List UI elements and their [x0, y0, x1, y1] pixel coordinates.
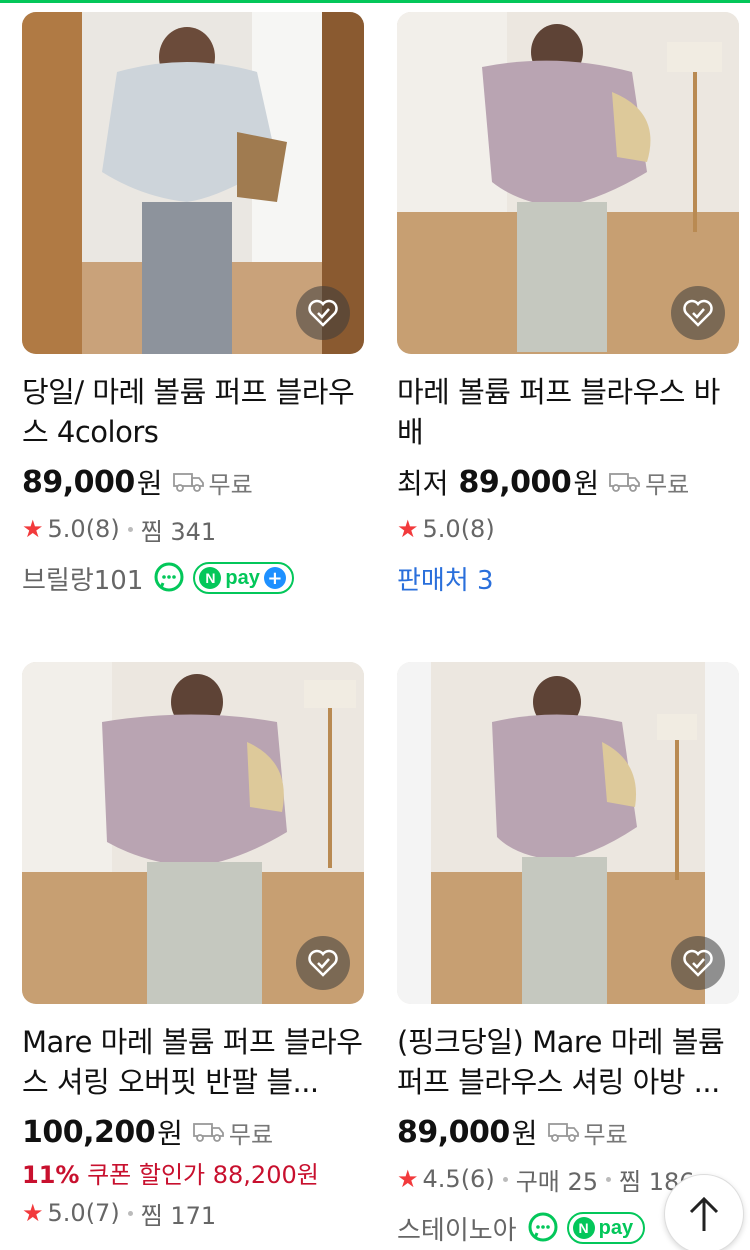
- rating-row: ★ 5.0 (7) 찜 171: [22, 1196, 364, 1230]
- shipping-label: 무료: [645, 470, 690, 499]
- rating-row: ★ 5.0 (8) 찜 341: [22, 512, 364, 546]
- scroll-top-button[interactable]: [664, 1174, 744, 1250]
- separator-dot: [606, 1176, 612, 1182]
- review-count: (6): [460, 1165, 495, 1193]
- npay-label: pay: [598, 1216, 634, 1239]
- coupon-rate: 11%: [22, 1161, 80, 1189]
- top-accent-line: [0, 0, 750, 3]
- product-thumbnail[interactable]: [397, 662, 739, 1004]
- rating-row: ★ 5.0 (8): [397, 512, 739, 546]
- purchase-count: 구매 25: [515, 1167, 599, 1196]
- zzim-heart-button[interactable]: [296, 286, 350, 340]
- currency: 원: [573, 467, 600, 500]
- npay-badge: N pay: [566, 1212, 646, 1244]
- review-count: (8): [460, 515, 495, 543]
- naver-talk-icon[interactable]: [527, 1212, 559, 1244]
- zzim-heart-button[interactable]: [671, 286, 725, 340]
- naver-talk-icon[interactable]: [153, 562, 185, 594]
- price: 89,000: [397, 1114, 510, 1150]
- currency: 원: [157, 1117, 183, 1150]
- coupon-price: 11% 쿠폰 할인가 88,200원: [22, 1158, 364, 1192]
- seller-row: 브릴랑101 N pay +: [22, 558, 364, 598]
- truck-icon: [172, 473, 204, 492]
- currency: 원: [511, 1117, 538, 1150]
- truck-icon: [193, 1123, 224, 1142]
- product-title[interactable]: 마레 볼륨 퍼프 블라우스 바배: [397, 372, 739, 452]
- review-count: (8): [85, 515, 120, 543]
- shipping-info: 무료: [609, 465, 689, 500]
- shipping-info: 무료: [193, 1115, 273, 1150]
- sellers-link[interactable]: 판매처 3: [397, 560, 494, 597]
- product-card[interactable]: 마레 볼륨 퍼프 블라우스 바배 최저 89,000 원 무료 ★ 5.0 (8…: [397, 12, 739, 598]
- currency: 원: [136, 467, 163, 500]
- truck-icon: [547, 1123, 579, 1142]
- price: 89,000: [458, 464, 572, 500]
- review-count: (7): [85, 1199, 120, 1227]
- zzim-heart-button[interactable]: [671, 936, 725, 990]
- heart-icon: [683, 299, 713, 327]
- product-card[interactable]: Mare 마레 볼륨 퍼프 블라우스 셔링 오버핏 반팔 블... 100,20…: [22, 662, 364, 1230]
- price-row: 89,000 원 무료: [22, 462, 364, 502]
- price-row: 89,000 원 무료: [397, 1112, 739, 1152]
- price: 100,200: [22, 1114, 156, 1150]
- star-icon: ★: [22, 515, 44, 543]
- price-row: 최저 89,000 원 무료: [397, 462, 739, 502]
- price: 89,000: [22, 464, 135, 500]
- separator-dot: [127, 526, 133, 532]
- product-title[interactable]: Mare 마레 볼륨 퍼프 블라우스 셔링 오버핏 반팔 블...: [22, 1022, 364, 1102]
- seller-name[interactable]: 브릴랑101: [22, 560, 143, 597]
- product-thumbnail[interactable]: [22, 662, 364, 1004]
- rating: 5.0: [47, 515, 86, 543]
- heart-icon: [683, 949, 713, 977]
- price-row: 100,200 원 무료: [22, 1112, 364, 1152]
- star-icon: ★: [22, 1199, 44, 1227]
- product-title[interactable]: (핑크당일) Mare 마레 볼륨 퍼프 블라우스 셔링 아방 ...: [397, 1022, 739, 1102]
- rating: 5.0: [47, 1199, 86, 1227]
- shipping-label: 무료: [208, 470, 253, 499]
- product-title[interactable]: 당일/ 마레 볼륨 퍼프 블라우스 4colors: [22, 372, 364, 452]
- shipping-info: 무료: [172, 465, 253, 500]
- npay-badge: N pay +: [193, 562, 294, 594]
- heart-icon: [308, 299, 338, 327]
- rating: 4.5: [422, 1165, 461, 1193]
- separator-dot: [502, 1176, 508, 1182]
- seller-name[interactable]: 스테이노아: [397, 1210, 517, 1247]
- truck-icon: [609, 473, 640, 492]
- rating: 5.0: [422, 515, 461, 543]
- price-prefix: 최저: [397, 467, 449, 500]
- product-card[interactable]: 당일/ 마레 볼륨 퍼프 블라우스 4colors 89,000 원 무료 ★ …: [22, 12, 364, 598]
- shipping-info: 무료: [547, 1115, 628, 1150]
- heart-icon: [308, 949, 338, 977]
- shipping-label: 무료: [583, 1120, 628, 1149]
- arrow-up-icon: [689, 1196, 719, 1231]
- separator-dot: [127, 1210, 133, 1216]
- product-card[interactable]: (핑크당일) Mare 마레 볼륨 퍼프 블라우스 셔링 아방 ... 89,0…: [397, 662, 739, 1248]
- zzim-count: 찜 341: [140, 517, 217, 546]
- npay-label: pay: [225, 566, 260, 589]
- shipping-label: 무료: [228, 1120, 274, 1149]
- product-thumbnail[interactable]: [397, 12, 739, 354]
- star-icon: ★: [397, 515, 419, 543]
- star-icon: ★: [397, 1165, 419, 1193]
- zzim-heart-button[interactable]: [296, 936, 350, 990]
- coupon-text: 쿠폰 할인가 88,200원: [87, 1161, 319, 1189]
- seller-row: 판매처 3: [397, 558, 739, 598]
- npay-n-icon: N: [199, 567, 222, 589]
- plus-icon: +: [263, 567, 286, 589]
- product-thumbnail[interactable]: [22, 12, 364, 354]
- npay-n-icon: N: [572, 1217, 595, 1239]
- zzim-count: 찜 171: [140, 1201, 217, 1230]
